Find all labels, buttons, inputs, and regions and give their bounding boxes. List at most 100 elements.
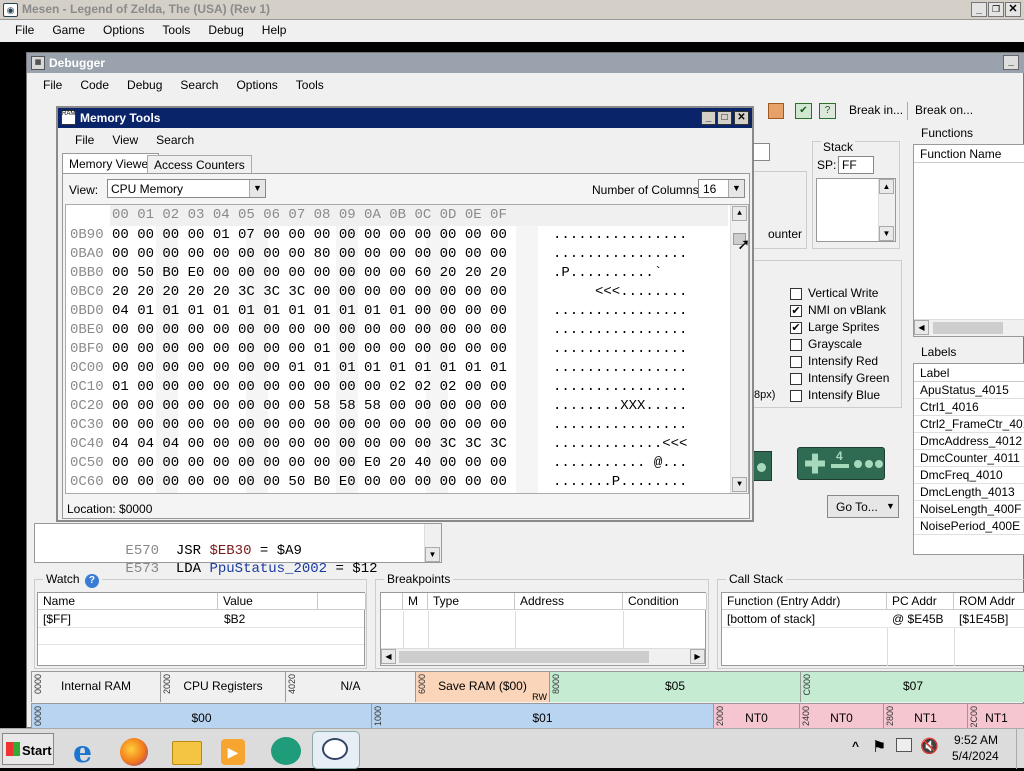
table-row[interactable]: [$FF] $B2 [38,611,364,628]
debugger-menu-tools[interactable]: Tools [287,75,333,95]
watch-col-value[interactable]: Value [218,593,318,610]
scroll-left-arrow[interactable]: ◀ [914,320,929,335]
main-menu-tools[interactable]: Tools [153,20,199,40]
hex-row[interactable]: 0BD0 04 01 01 01 01 01 01 01 01 01 01 01 … [66,302,730,321]
stack-list[interactable]: ▲ ▼ [816,178,896,242]
hex-row-ascii[interactable]: ................ [553,340,687,359]
cs-pc-cell[interactable]: @ $E45B [892,612,944,626]
hex-row[interactable]: 0BB0 00 50 B0 E0 00 00 00 00 00 00 00 00 … [66,264,730,283]
call-stack-grid[interactable]: Function (Entry Addr) PC Addr ROM Addr [… [721,592,1024,666]
close-button[interactable]: ✕ [1005,2,1021,17]
hex-row-ascii[interactable]: ................ [553,245,687,264]
restore-button[interactable]: ❐ [988,2,1004,17]
cs-col-rom[interactable]: ROM Addr [954,593,1024,610]
hex-row[interactable]: 0C40 04 04 04 00 00 00 00 00 00 00 00 00 … [66,435,730,454]
labels-list[interactable]: Label ApuStatus_4015 Ctrl1_4016 Ctrl2_Fram… [913,363,1024,555]
table-row[interactable]: [bottom of stack] @ $E45B [$1E45B] [722,611,1024,628]
memory-map-segment[interactable]: 2000 NT0 [714,704,800,728]
list-item[interactable]: Ctrl2_FrameCtr_4017 [914,416,1024,433]
explorer-icon[interactable] [168,733,206,771]
mt-menu-view[interactable]: View [103,130,147,150]
scroll-up-arrow[interactable]: ▲ [879,179,894,194]
memory-map-segment[interactable]: 6000 Save RAM ($00) RW [416,672,550,702]
list-item[interactable]: DmcCounter_4011 [914,450,1024,467]
hex-row-bytes[interactable]: 00 00 00 00 00 00 00 01 01 01 01 01 01 0… [112,359,507,378]
table-row[interactable] [38,628,364,645]
hex-row-bytes[interactable]: 00 00 00 00 00 00 00 00 00 00 E0 20 40 0… [112,454,507,473]
hex-row-ascii[interactable]: ........XXX..... [553,397,687,416]
hex-row[interactable]: 0C60 00 00 00 00 00 00 00 50 B0 E0 00 00 … [66,473,730,492]
code-view[interactable]: E570 JSR $EB30 = $A9 E573 LDA PpuStatus_… [34,523,442,577]
scroll-right-arrow[interactable]: ▶ [690,649,705,664]
hex-row-bytes[interactable]: 00 00 00 00 00 00 00 00 80 00 00 00 00 0… [112,245,507,264]
bp-col-address[interactable]: Address [515,593,623,610]
mt-menu-file[interactable]: File [66,130,103,150]
scroll-down-arrow[interactable]: ▼ [732,477,747,492]
hex-row-ascii[interactable]: ........... @... [553,454,687,473]
list-item[interactable]: Ctrl1_4016 [914,399,1024,416]
tab-memory-viewer[interactable]: Memory Viewer [62,153,160,173]
partial-input-field[interactable] [754,143,770,161]
view-select[interactable]: CPU Memory ▼ [107,179,266,198]
clock-time[interactable]: 9:52 AM [954,733,998,747]
list-item[interactable]: NoiseLength_400F [914,501,1024,518]
break-in-button[interactable]: Break in... [849,103,903,117]
minimize-button[interactable]: _ [971,2,987,17]
goto-button[interactable]: Go To... ▼ [827,495,899,518]
chat-icon[interactable] [268,733,306,771]
watch-col-name[interactable]: Name [38,593,218,610]
memory-map-segment[interactable]: 0000 $00 [32,704,372,728]
ppu-flag-checkbox[interactable] [790,373,802,385]
scroll-up-arrow[interactable]: ▲ [732,206,747,221]
ppu-flag-checkbox[interactable] [790,339,802,351]
hex-row-bytes[interactable]: 20 20 20 20 20 3C 3C 3C 00 00 00 00 00 0… [112,283,507,302]
cs-rom-cell[interactable]: [$1E45B] [959,612,1008,626]
hex-row[interactable]: 0B90 00 00 00 00 01 07 00 00 00 00 00 00 … [66,226,730,245]
hex-row-ascii[interactable]: .......P........ [553,473,687,492]
watch-grid[interactable]: Name Value [$FF] $B2 [37,592,366,666]
labels-column-header[interactable]: Label [914,364,1024,382]
hex-row-bytes[interactable]: 00 00 00 00 00 00 00 00 01 00 00 00 00 0… [112,340,507,359]
main-menu-game[interactable]: Game [43,20,94,40]
hex-row-bytes[interactable]: 04 01 01 01 01 01 01 01 01 01 01 01 00 0… [112,302,507,321]
code-scrollbar[interactable]: ▼ [424,524,441,562]
hex-row-ascii[interactable]: ................ [553,416,687,435]
functions-list[interactable]: Function Name ◀ [913,144,1024,337]
media-player-icon[interactable]: ▶ [215,733,253,771]
hex-row-ascii[interactable]: .P..........` [553,264,687,283]
hex-row[interactable]: 0BA0 00 00 00 00 00 00 00 00 80 00 00 00 … [66,245,730,264]
bp-col-m[interactable]: M [403,593,428,610]
memory-map-segment[interactable]: 8000 $05 [550,672,801,702]
list-item[interactable]: DmcAddress_4012 [914,433,1024,450]
show-hidden-icons[interactable]: ^ [852,739,859,753]
hex-row-ascii[interactable]: ................ [553,226,687,245]
hex-row-bytes[interactable]: 00 00 00 00 00 00 00 00 00 00 00 00 00 0… [112,416,507,435]
columns-select[interactable]: 16 ▼ [698,179,745,198]
toolbar-palette-icon[interactable] [768,103,784,119]
hex-row-bytes[interactable]: 01 00 00 00 00 00 00 00 00 00 00 02 02 0… [112,378,507,397]
volume-muted-icon[interactable]: 🔇 [920,737,939,755]
main-menu-help[interactable]: Help [253,20,296,40]
sp-value-field[interactable]: FF [838,156,874,174]
toolbar-sprite-icon[interactable]: ✔ [795,103,812,119]
debugger-menu-options[interactable]: Options [227,75,286,95]
hex-row-bytes[interactable]: 00 00 00 00 01 07 00 00 00 00 00 00 00 0… [112,226,507,245]
tab-access-counters[interactable]: Access Counters [147,155,252,173]
clock-date[interactable]: 5/4/2024 [952,749,999,763]
hex-row-ascii[interactable]: .............<<< [553,435,687,454]
main-menu-debug[interactable]: Debug [199,20,252,40]
mt-maximize-button[interactable]: □ [717,111,732,125]
stack-scrollbar[interactable]: ▲ ▼ [878,179,895,241]
network-icon[interactable] [896,738,912,752]
functions-hscrollbar[interactable]: ◀ [914,319,1024,336]
memory-map-segment[interactable]: 2800 NT1 [884,704,968,728]
scroll-thumb[interactable] [933,322,1003,334]
show-desktop-button[interactable] [1016,729,1024,769]
ppu-flag-checkbox[interactable] [790,356,802,368]
chevron-down-icon[interactable]: ▼ [728,180,744,197]
hex-row-ascii[interactable]: ................ [553,321,687,340]
memory-map-segment[interactable]: 0000 Internal RAM [32,672,161,702]
break-on-button[interactable]: Break on... [915,103,973,117]
hex-editor[interactable]: 00 01 02 03 04 05 06 07 08 09 0A 0B 0C 0… [65,204,749,494]
start-button[interactable]: Start [2,733,54,765]
